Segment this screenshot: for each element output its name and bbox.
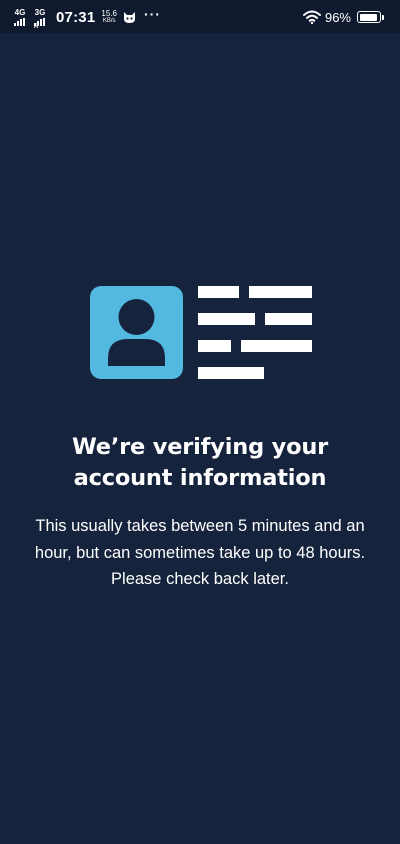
verification-title: We’re verifying your account information [71, 434, 329, 491]
status-bar-left: 4G 3G R 07:31 15.6 KB/s ··· [14, 6, 161, 30]
network-speed-unit: KB/s [102, 17, 116, 24]
more-dots-icon: ··· [143, 6, 161, 22]
id-card-avatar-icon [90, 286, 183, 379]
signal-icon [14, 17, 26, 26]
network-speed: 15.6 KB/s [101, 8, 117, 25]
battery-cap [382, 14, 384, 20]
text-lines-icon [198, 286, 312, 379]
battery-level-fill [359, 13, 377, 21]
verification-message: This usually takes between 5 minutes and… [34, 517, 366, 588]
network-label: 3G [34, 7, 46, 17]
network-speed-value: 15.6 [101, 8, 117, 18]
status-bar-right: 96% [302, 6, 384, 28]
battery-percent: 96% [324, 9, 351, 25]
roaming-mark: R [34, 22, 39, 30]
status-bar: 4G 3G R 07:31 15.6 KB/s ··· 96% [0, 0, 400, 33]
clock: 07:31 [56, 8, 96, 26]
network-indicator-4g: 4G [14, 7, 26, 26]
signal-icon: R [34, 17, 46, 30]
id-card-verification-icon [90, 286, 312, 380]
battery-icon [357, 11, 381, 23]
network-indicator-3g: 3G R [34, 7, 46, 30]
notification-app-icon [123, 11, 135, 23]
network-label: 4G [14, 7, 26, 17]
wifi-icon [302, 10, 321, 24]
